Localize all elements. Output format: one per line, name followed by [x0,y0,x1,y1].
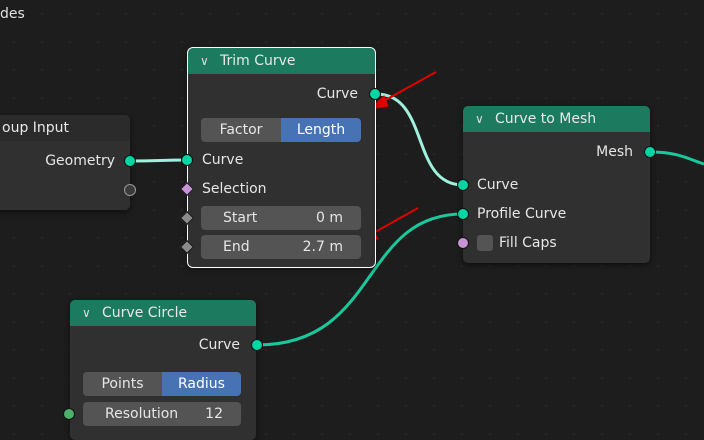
link-geometry-to-trim [129,158,189,163]
link-trim-to-mesh-curve [375,92,464,187]
editor-title: des [0,6,25,22]
group-input-title: oup Input [2,120,70,136]
trim-curve-output-socket[interactable] [369,88,381,100]
group-input-geometry-socket[interactable] [124,155,136,167]
chevron-down-icon[interactable]: ∨ [82,306,98,320]
curve-circle-mode-toggle[interactable]: Points Radius [83,372,241,396]
curve-circle-output-label: Curve [198,337,240,353]
fill-caps-socket[interactable] [457,237,469,249]
resolution-field[interactable]: Resolution 12 [83,402,241,426]
curve-to-mesh-output-label: Mesh [596,144,633,160]
trim-curve-selection-label: Selection [202,181,267,197]
resolution-socket[interactable] [63,408,75,420]
mode-factor-option[interactable]: Factor [201,118,281,142]
start-value: 0 m [316,210,343,226]
curve-to-mesh-profile-socket[interactable] [457,208,469,220]
chevron-down-icon[interactable]: ∨ [475,112,491,126]
trim-curve-input-curve-socket[interactable] [181,154,193,166]
end-label: End [223,239,250,255]
curve-to-mesh-output-socket[interactable] [644,146,656,158]
start-field[interactable]: Start 0 m [201,206,361,230]
mode-radius-option[interactable]: Radius [162,372,241,396]
link-mesh-output [649,150,704,166]
trim-curve-header[interactable]: ∨ Trim Curve [188,48,375,74]
trim-curve-input-curve-label: Curve [202,152,244,168]
resolution-value: 12 [205,406,223,422]
chevron-down-icon[interactable]: ∨ [200,54,216,68]
fill-caps-checkbox[interactable] [477,235,493,251]
start-label: Start [223,210,258,226]
trim-curve-title: Trim Curve [220,53,296,69]
curve-circle-title: Curve Circle [102,305,188,321]
group-input-empty-socket[interactable] [124,184,136,196]
end-value: 2.7 m [302,239,343,255]
trim-curve-mode-toggle[interactable]: Factor Length [201,118,361,142]
end-field[interactable]: End 2.7 m [201,235,361,259]
curve-to-mesh-curve-socket[interactable] [457,179,469,191]
mode-points-option[interactable]: Points [83,372,162,396]
curve-to-mesh-header[interactable]: ∨ Curve to Mesh [463,106,650,132]
fill-caps-label: Fill Caps [499,235,557,251]
curve-to-mesh-node[interactable]: ∨ Curve to Mesh Mesh Curve Profile Curve… [463,106,650,263]
curve-to-mesh-title: Curve to Mesh [495,111,597,127]
curve-circle-output-socket[interactable] [251,339,263,351]
trim-curve-output-label: Curve [316,86,358,102]
resolution-label: Resolution [105,406,179,422]
group-input-node[interactable]: oup Input Geometry [0,115,130,210]
group-input-geometry-label: Geometry [45,153,115,169]
curve-to-mesh-curve-label: Curve [477,177,519,193]
curve-to-mesh-profile-label: Profile Curve [477,206,567,222]
group-input-header[interactable]: oup Input [0,115,130,141]
mode-length-option[interactable]: Length [281,118,361,142]
curve-circle-header[interactable]: ∨ Curve Circle [70,300,256,326]
trim-curve-node[interactable]: ∨ Trim Curve Curve Factor Length Curve S… [187,47,376,268]
curve-circle-node[interactable]: ∨ Curve Circle Curve Points Radius Resol… [70,300,256,440]
